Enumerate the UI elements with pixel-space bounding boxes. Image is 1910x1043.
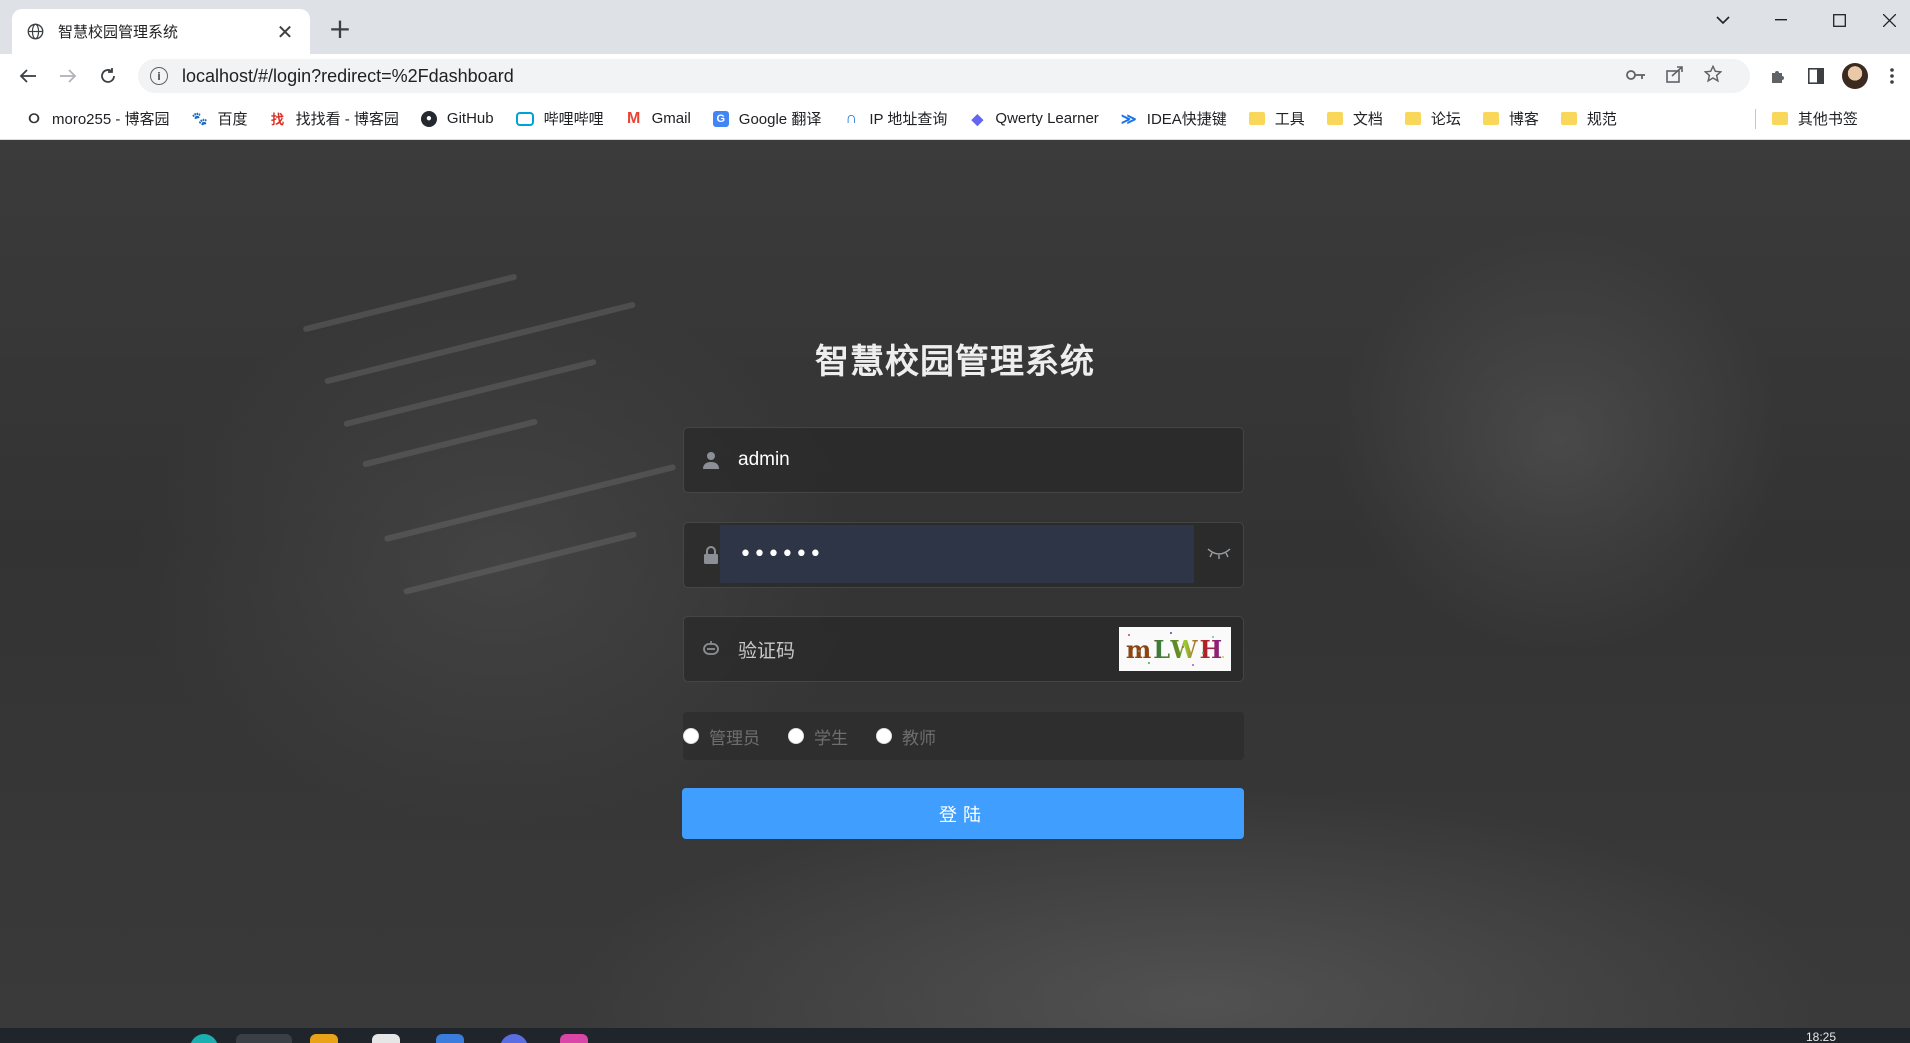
site-info-icon[interactable]: i	[150, 67, 168, 85]
bookmark-qwerty[interactable]: ◆ Qwerty Learner	[961, 104, 1106, 134]
bookmarks-bar: ⵔ moro255 - 博客园 🐾 百度 找 找找看 - 博客园 ● GitHu…	[0, 98, 1910, 140]
role-radio-admin[interactable]: 管理员	[683, 724, 760, 749]
globe-icon	[26, 23, 44, 41]
radio-circle-icon[interactable]	[876, 728, 892, 744]
bookmark-zzk[interactable]: 找 找找看 - 博客园	[262, 104, 407, 134]
bookmarks-divider	[1754, 108, 1756, 129]
bookmark-github[interactable]: ● GitHub	[413, 104, 502, 134]
bookmark-idea[interactable]: ≫ IDEA快捷键	[1113, 104, 1235, 134]
bookmark-folder-tools[interactable]: 工具	[1241, 104, 1313, 134]
qwerty-icon: ◆	[971, 110, 984, 128]
ip-query-icon: ∩	[845, 109, 858, 127]
bookmark-star-icon[interactable]	[1703, 64, 1723, 88]
browser-tab-strip: 智慧校园管理系统 ✕ +	[0, 0, 1910, 54]
taskbar-app-icon[interactable]	[190, 1034, 218, 1043]
username-field[interactable]: admin	[683, 427, 1244, 493]
bookmark-folder-forum[interactable]: 论坛	[1397, 104, 1469, 134]
user-icon	[684, 451, 738, 469]
os-taskbar: 18:25	[0, 1028, 1910, 1043]
role-radio-teacher[interactable]: 教师	[876, 724, 936, 749]
bookmark-gmail[interactable]: M Gmail	[618, 104, 699, 134]
close-tab-icon[interactable]: ✕	[274, 20, 296, 44]
forward-arrow-icon[interactable]	[54, 62, 82, 90]
folder-icon	[1404, 112, 1421, 125]
bookmark-ip-query[interactable]: ∩ IP 地址查询	[835, 104, 955, 134]
captcha-field[interactable]: 验证码 mLWH	[683, 616, 1244, 682]
profile-avatar[interactable]	[1842, 63, 1868, 89]
folder-icon	[1771, 112, 1788, 125]
taskbar-app-icon[interactable]	[560, 1034, 588, 1043]
side-panel-icon[interactable]	[1802, 62, 1830, 90]
bookmark-folder-docs[interactable]: 文档	[1319, 104, 1391, 134]
role-radio-student[interactable]: 学生	[788, 724, 848, 749]
browser-tab-active[interactable]: 智慧校园管理系统 ✕	[12, 9, 310, 54]
login-title: 智慧校园管理系统	[815, 342, 1095, 382]
folder-icon	[1248, 112, 1265, 125]
close-window-icon[interactable]	[1868, 0, 1910, 40]
bookmark-other-folder[interactable]: 其他书签	[1764, 104, 1866, 134]
password-field[interactable]: ••••••	[683, 522, 1244, 588]
back-arrow-icon[interactable]	[14, 62, 42, 90]
radio-circle-icon[interactable]	[788, 728, 804, 744]
tab-title: 智慧校园管理系统	[58, 23, 179, 41]
github-icon: ●	[420, 110, 437, 127]
browser-toolbar: i localhost/#/login?redirect=%2Fdashboar…	[0, 54, 1910, 98]
login-page-background: 智慧校园管理系统 admin •••••• 验证码 mLWH 管理员 学生 教师…	[0, 140, 1910, 1028]
tab-search-chevron-icon[interactable]	[1694, 0, 1752, 40]
bookmark-cnblogs[interactable]: ⵔ moro255 - 博客园	[18, 104, 178, 134]
new-tab-button[interactable]: +	[326, 15, 354, 44]
taskbar-app-icon[interactable]	[372, 1034, 400, 1043]
radio-circle-icon[interactable]	[683, 728, 699, 744]
address-url[interactable]: localhost/#/login?redirect=%2Fdashboard	[182, 66, 514, 87]
login-button[interactable]: 登陆	[682, 788, 1244, 839]
background-code-line	[302, 273, 518, 333]
baidu-icon: 🐾	[191, 110, 208, 126]
bilibili-icon	[515, 111, 534, 126]
background-code-line	[383, 463, 677, 543]
bookmark-folder-blog[interactable]: 博客	[1475, 104, 1547, 134]
cnblogs-icon: ⵔ	[28, 110, 40, 126]
background-code-line	[402, 531, 638, 595]
taskbar-clock[interactable]: 18:25	[1806, 1030, 1836, 1043]
folder-icon	[1560, 112, 1577, 125]
share-icon[interactable]	[1666, 65, 1684, 88]
captcha-robot-icon	[684, 641, 738, 657]
bookmark-bilibili[interactable]: 哔哩哔哩	[508, 104, 612, 134]
captcha-image[interactable]: mLWH	[1119, 627, 1231, 671]
password-input[interactable]: ••••••	[720, 525, 1194, 583]
browser-menu-icon[interactable]	[1884, 62, 1900, 90]
bookmark-folder-standards[interactable]: 规范	[1553, 104, 1625, 134]
taskbar-app-icon[interactable]	[310, 1034, 338, 1043]
minimize-window-icon[interactable]	[1752, 0, 1810, 40]
bookmark-baidu[interactable]: 🐾 百度	[184, 104, 256, 134]
reload-icon[interactable]	[94, 62, 122, 90]
taskbar-app-icon[interactable]	[500, 1034, 528, 1043]
captcha-input[interactable]: 验证码	[738, 617, 1119, 681]
zzk-icon: 找	[271, 112, 285, 127]
folder-icon	[1482, 112, 1499, 125]
address-bar[interactable]: i localhost/#/login?redirect=%2Fdashboar…	[138, 59, 1750, 93]
idea-icon: ≫	[1120, 110, 1137, 128]
closed-eye-icon[interactable]	[1207, 545, 1233, 565]
taskbar-chrome-icon[interactable]	[236, 1034, 292, 1043]
gmail-icon: M	[626, 109, 641, 127]
username-input[interactable]: admin	[738, 428, 1243, 492]
extensions-puzzle-icon[interactable]	[1764, 62, 1792, 90]
captcha-noise	[1128, 632, 1224, 666]
key-icon[interactable]	[1626, 66, 1646, 86]
taskbar-app-icon[interactable]	[436, 1034, 464, 1043]
folder-icon	[1326, 112, 1343, 125]
maximize-window-icon[interactable]	[1810, 0, 1868, 40]
role-radio-group: 管理员 学生 教师	[683, 712, 1244, 760]
background-code-line	[361, 418, 539, 468]
google-translate-icon: G	[712, 110, 729, 127]
bookmark-google-translate[interactable]: G Google 翻译	[705, 104, 830, 134]
